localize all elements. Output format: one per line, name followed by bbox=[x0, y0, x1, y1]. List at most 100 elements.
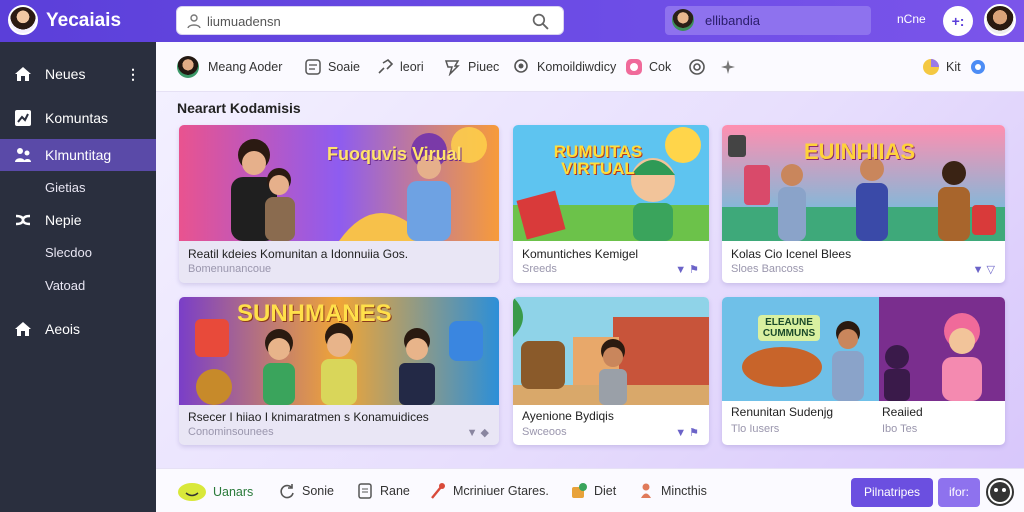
community-card[interactable]: SUNHMANES Rsecer I hiiao I knimaratmen s… bbox=[179, 297, 499, 445]
card-actions[interactable]: ▼ ⚑ bbox=[675, 263, 699, 276]
smile-icon bbox=[178, 483, 206, 501]
sidebar-item-nepie[interactable]: Nepie bbox=[0, 204, 156, 236]
bottom-item-mcriniuer[interactable]: Mcriniuer Gtares. bbox=[429, 482, 549, 500]
card-title: Reatil kdeies Komunitan a Idonnuiia Gos. bbox=[188, 247, 409, 261]
sidebar-item-klmuntitag[interactable]: Klmuntitag bbox=[0, 139, 156, 171]
sidebar-item-label: Aeois bbox=[45, 321, 81, 337]
bottom-item-label: Rane bbox=[380, 484, 410, 498]
sparkle-icon bbox=[721, 60, 735, 74]
sidebar-item-neues[interactable]: Neues ⋮ bbox=[0, 58, 156, 90]
toolbar-item-komoildiwdicy[interactable]: Komoildiwdicy bbox=[513, 57, 616, 77]
toolbar-item-label: Kit bbox=[946, 60, 961, 74]
profile-avatar[interactable] bbox=[984, 4, 1016, 36]
card-art-text: ELEAUNE CUMMUNS bbox=[758, 315, 820, 341]
card-title[interactable]: Reaiied bbox=[882, 405, 923, 419]
user-icon bbox=[187, 14, 201, 29]
user-account-pill[interactable]: ellibandia bbox=[665, 6, 871, 35]
card-image bbox=[722, 297, 1005, 401]
primary-action-button[interactable]: Pilnatripes bbox=[851, 478, 933, 507]
card-image bbox=[513, 297, 709, 405]
tag-icon bbox=[444, 60, 460, 76]
secondary-action-button[interactable]: ifor: bbox=[938, 478, 980, 507]
sidebar-item-label: Nepie bbox=[45, 212, 82, 228]
bottom-item-label: Sonie bbox=[302, 484, 334, 498]
toolbar-item-piuec[interactable]: Piuec bbox=[444, 57, 499, 77]
sidebar-item-gietias[interactable]: Gietias bbox=[0, 171, 156, 203]
card-actions[interactable]: ▼ ◆ bbox=[467, 426, 489, 439]
community-icon bbox=[15, 148, 31, 162]
toolbar-item-cok[interactable]: Cok bbox=[625, 57, 671, 77]
bottom-item-rane[interactable]: Rane bbox=[356, 482, 410, 500]
toolbar-item-label: leori bbox=[400, 60, 424, 74]
bottom-item-diet[interactable]: Diet bbox=[570, 482, 616, 500]
bottom-bar: Uanars Sonie Rane Mcriniuer Gtares. Diet… bbox=[156, 468, 1024, 512]
community-card[interactable]: RUMUITAS VIRTUAL Komuntiches Kemigel Sre… bbox=[513, 125, 709, 283]
toolbar-ring-button[interactable] bbox=[688, 57, 712, 77]
face-icon bbox=[990, 482, 1010, 502]
toolbar-item-meang-aoder[interactable]: Meang Aoder bbox=[177, 56, 283, 78]
palette-icon bbox=[626, 59, 642, 75]
card-art-text: SUNHMANES bbox=[237, 300, 392, 327]
toolbar-item-label: Soaie bbox=[328, 60, 360, 74]
refresh-icon bbox=[280, 484, 294, 499]
search-icon[interactable] bbox=[532, 13, 549, 30]
figure-icon bbox=[641, 483, 651, 498]
kebab-menu-icon[interactable]: ⋮ bbox=[126, 66, 140, 83]
toolbar-item-leori[interactable]: leori bbox=[376, 57, 424, 77]
status-dot-icon bbox=[970, 60, 985, 74]
toolbar-item-kit[interactable]: Kit bbox=[922, 57, 987, 77]
sidebar-item-label: Komuntas bbox=[45, 110, 109, 126]
search-input[interactable]: liumuadensn bbox=[176, 6, 564, 35]
pin-icon bbox=[572, 483, 587, 498]
camera-icon[interactable] bbox=[986, 478, 1014, 506]
chat-icon bbox=[305, 59, 321, 75]
card-subtitle: Tlo Iusers bbox=[731, 423, 780, 435]
community-card[interactable]: EUINHIIAS Kolas Cio Icenel Blees Sloes B… bbox=[722, 125, 1005, 283]
shuffle-icon bbox=[15, 214, 31, 226]
sidebar-item-label: Vatoad bbox=[45, 277, 86, 293]
sidebar-item-komuntas[interactable]: Komuntas bbox=[0, 102, 156, 134]
user-name: ellibandia bbox=[705, 13, 760, 28]
card-title: Rsecer I hiiao I knimaratmen s Konamuidi… bbox=[188, 410, 429, 424]
community-card[interactable]: Fuoquvis Virual Reatil kdeies Komunitan … bbox=[179, 125, 499, 283]
card-image bbox=[179, 125, 499, 241]
toolbar-item-label: Meang Aoder bbox=[208, 60, 283, 74]
bottom-item-label: Uanars bbox=[213, 485, 254, 499]
community-card[interactable]: Ayenione Bydiqis Swceoos ▼ ⚑ bbox=[513, 297, 709, 445]
sidebar-item-vatoad[interactable]: Vatoad bbox=[0, 269, 156, 301]
card-actions[interactable]: ▼ ▽ bbox=[973, 263, 995, 276]
sidebar-item-label: Slecdoo bbox=[45, 244, 92, 260]
card-title: Komuntiches Kemigel bbox=[522, 247, 639, 261]
card-art-text: RUMUITAS VIRTUAL bbox=[553, 142, 643, 178]
sidebar: Neues ⋮ Komuntas Klmuntitag Gietias Nepi… bbox=[0, 42, 156, 512]
music-icon bbox=[431, 483, 445, 499]
sidebar-item-slecdoo[interactable]: Slecdoo bbox=[0, 236, 156, 268]
bottom-item-sonie[interactable]: Sonie bbox=[278, 482, 334, 500]
app-logo-avatar[interactable] bbox=[8, 5, 38, 35]
toolbar-item-label: Cok bbox=[649, 60, 672, 74]
avatar bbox=[672, 9, 694, 31]
card-title[interactable]: Renunitan Sudenjg bbox=[731, 405, 833, 419]
home-icon bbox=[15, 322, 31, 336]
search-icon bbox=[514, 59, 528, 73]
toolbar-item-label: Piuec bbox=[468, 60, 500, 74]
top-right-label[interactable]: nCne bbox=[897, 12, 926, 26]
card-subtitle: Swceoos bbox=[522, 426, 567, 438]
sidebar-item-label: Klmuntitag bbox=[45, 147, 112, 163]
add-button[interactable]: +: bbox=[943, 6, 973, 36]
sidebar-item-label: Gietias bbox=[45, 179, 86, 195]
card-title: Kolas Cio Icenel Blees bbox=[731, 247, 852, 261]
search-text: liumuadensn bbox=[207, 14, 281, 29]
card-art-text: EUINHIIAS bbox=[804, 139, 916, 164]
toolbar-sparkle-button[interactable] bbox=[719, 57, 743, 77]
card-title: Ayenione Bydiqis bbox=[522, 409, 614, 423]
card-actions[interactable]: ▼ ⚑ bbox=[675, 426, 699, 439]
sidebar-item-aeois[interactable]: Aeois bbox=[0, 313, 156, 345]
community-card-group: ELEAUNE CUMMUNS Renunitan Sudenjg Tlo Iu… bbox=[722, 297, 1005, 445]
bottom-item-uanars[interactable]: Uanars bbox=[177, 482, 253, 502]
bottom-item-mincthis[interactable]: Mincthis bbox=[637, 482, 707, 500]
toolbar-item-soaie[interactable]: Soaie bbox=[304, 57, 360, 77]
bottom-item-label: Mcriniuer Gtares. bbox=[453, 484, 549, 498]
card-subtitle: Ibo Tes bbox=[882, 423, 918, 435]
bottom-item-label: Mincthis bbox=[661, 484, 707, 498]
